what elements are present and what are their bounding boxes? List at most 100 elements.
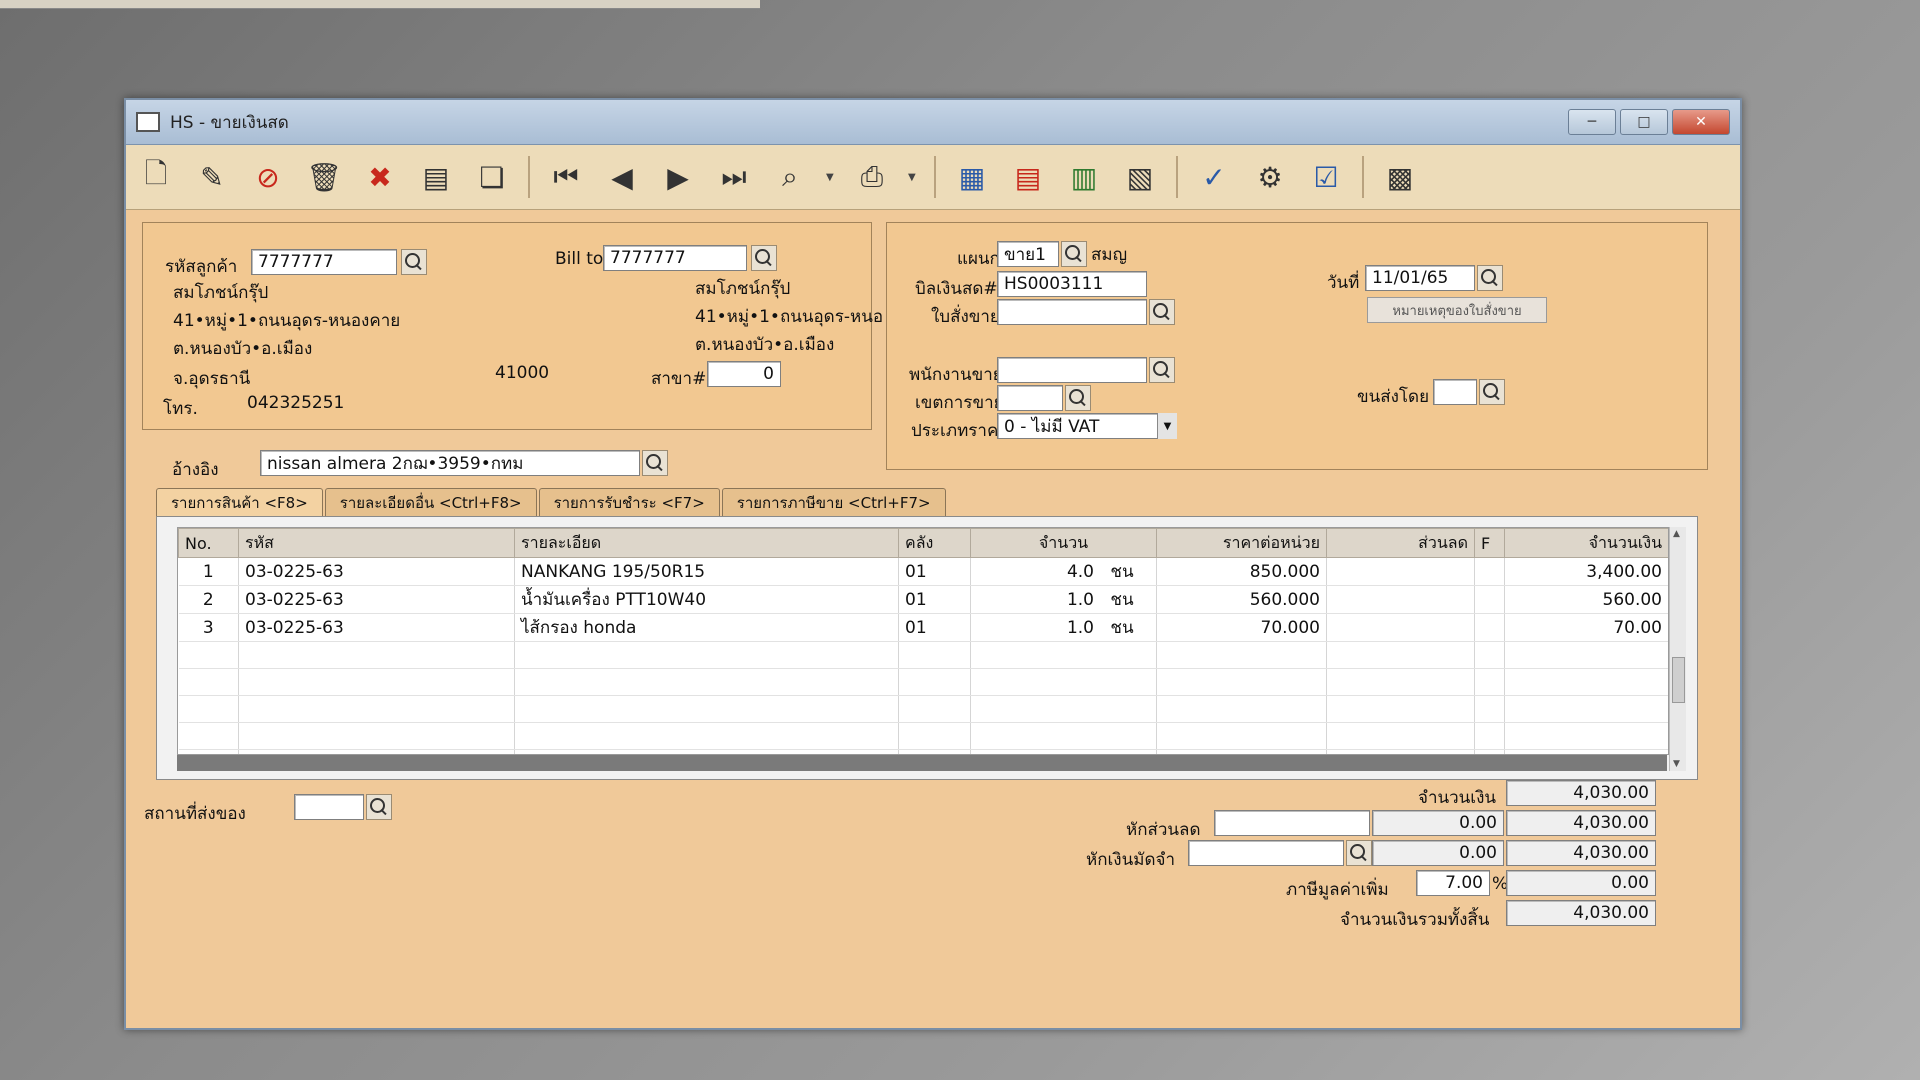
cell-wh[interactable]: 01 (898, 613, 971, 642)
calculator-icon[interactable]: ▦ (952, 156, 992, 198)
copy-books-icon[interactable]: ❏ (472, 156, 512, 198)
empty-cell[interactable] (1326, 695, 1475, 723)
tab-payments[interactable]: รายการรับชำระ <F7> (538, 488, 720, 516)
empty-cell[interactable] (238, 641, 515, 669)
maximize-button[interactable]: □ (1620, 109, 1668, 135)
empty-cell[interactable] (898, 722, 971, 750)
close-button[interactable]: ✕ (1672, 109, 1730, 135)
branch-input[interactable]: 0 (707, 361, 781, 387)
empty-row[interactable] (178, 641, 1668, 669)
cell-f[interactable] (1474, 613, 1505, 642)
cell-f[interactable] (1474, 585, 1505, 614)
cell-desc[interactable]: น้ำมันเครื่อง PTT10W40 (514, 585, 899, 614)
cell-amount[interactable]: 70.00 (1504, 613, 1668, 642)
cell-code[interactable]: 03-0225-63 (238, 557, 515, 586)
reference-search-icon[interactable] (642, 450, 668, 476)
empty-cell[interactable] (898, 641, 971, 669)
cell-disc[interactable] (1326, 557, 1475, 586)
empty-cell[interactable] (1156, 668, 1327, 696)
col-quantity[interactable]: จำนวน (970, 528, 1157, 558)
empty-row[interactable] (178, 668, 1668, 696)
cell-price[interactable]: 560.000 (1156, 585, 1327, 614)
empty-cell[interactable] (970, 641, 1157, 669)
department-search-icon[interactable] (1061, 241, 1087, 267)
empty-row[interactable] (178, 695, 1668, 723)
bill-to-search-icon[interactable] (751, 245, 777, 271)
table-row[interactable]: 1 03-0225-63 NANKANG 195/50R15 01 4.0 ชน 850.0… (178, 557, 1668, 586)
report-icon[interactable]: ▧ (1120, 156, 1160, 198)
save-icon[interactable]: ▤ (416, 156, 456, 198)
ship-place-search-icon[interactable] (366, 794, 392, 820)
delete-trash-icon[interactable]: 🗑 (304, 156, 344, 198)
empty-cell[interactable] (514, 641, 899, 669)
cell-no[interactable]: 1 (178, 557, 239, 586)
cell-no[interactable]: 3 (178, 613, 239, 642)
next-record-icon[interactable]: ▶ (658, 156, 698, 198)
col-f[interactable]: F (1474, 528, 1505, 558)
tab-sales-tax[interactable]: รายการภาษีขาย <Ctrl+F7> (721, 488, 946, 516)
cell-no[interactable]: 2 (178, 585, 239, 614)
empty-cell[interactable] (238, 695, 515, 723)
ship-by-search-icon[interactable] (1479, 379, 1505, 405)
settings-calculator-icon[interactable]: ▩ (1380, 156, 1420, 198)
cell-amount[interactable]: 560.00 (1504, 585, 1668, 614)
scroll-up-icon[interactable]: ▲ (1673, 529, 1680, 539)
col-warehouse[interactable]: คลัง (898, 528, 971, 558)
deposit-input[interactable] (1188, 840, 1344, 866)
ship-place-input[interactable] (294, 794, 364, 820)
bill-number-input[interactable]: HS0003111 (997, 271, 1147, 297)
new-document-icon[interactable]: 🗋 (136, 156, 176, 198)
order-note-button[interactable]: หมายเหตุของใบสั่งขาย (1367, 297, 1547, 323)
discount-input[interactable] (1214, 810, 1370, 836)
empty-cell[interactable] (1156, 641, 1327, 669)
empty-cell[interactable] (178, 722, 239, 750)
empty-row[interactable] (178, 722, 1668, 750)
empty-cell[interactable] (1474, 668, 1505, 696)
empty-cell[interactable] (1326, 722, 1475, 750)
empty-cell[interactable] (238, 668, 515, 696)
receipt-icon[interactable]: ▤ (1008, 156, 1048, 198)
tab-other-details[interactable]: รายละเอียดอื่น <Ctrl+F8> (324, 488, 537, 516)
sales-area-input[interactable] (997, 385, 1063, 411)
empty-cell[interactable] (178, 641, 239, 669)
empty-cell[interactable] (1326, 668, 1475, 696)
empty-cell[interactable] (1474, 641, 1505, 669)
cell-qty[interactable]: 4.0 ชน (970, 557, 1157, 586)
empty-cell[interactable] (1326, 641, 1475, 669)
sales-order-input[interactable] (997, 299, 1147, 325)
first-record-icon[interactable]: ⏮ (546, 156, 586, 198)
approve-ok-icon[interactable]: ✓ (1194, 156, 1234, 198)
cell-f[interactable] (1474, 557, 1505, 586)
table-row[interactable]: 2 03-0225-63 น้ำมันเครื่อง PTT10W40 01 1.0 ชน… (178, 585, 1668, 614)
empty-cell[interactable] (1474, 722, 1505, 750)
minimize-button[interactable]: ─ (1568, 109, 1616, 135)
cancel-icon[interactable]: ✖ (360, 156, 400, 198)
cell-disc[interactable] (1326, 585, 1475, 614)
empty-cell[interactable] (898, 668, 971, 696)
price-type-dropdown-icon[interactable]: ▼ (1157, 413, 1177, 439)
cell-qty[interactable]: 1.0 ชน (970, 613, 1157, 642)
customer-search-icon[interactable] (401, 249, 427, 275)
department-input[interactable]: ขาย1 (997, 241, 1059, 267)
cell-desc[interactable]: ไส้กรอง honda (514, 613, 899, 642)
vat-rate-input[interactable]: 7.00 (1416, 870, 1490, 896)
cell-wh[interactable]: 01 (898, 557, 971, 586)
salesman-search-icon[interactable] (1149, 357, 1175, 383)
edit-icon[interactable]: ✎ (192, 156, 232, 198)
col-amount[interactable]: จำนวนเงิน (1504, 528, 1668, 558)
empty-cell[interactable] (970, 722, 1157, 750)
ok-document-icon[interactable]: ☑ (1306, 156, 1346, 198)
cell-disc[interactable] (1326, 613, 1475, 642)
empty-cell[interactable] (514, 695, 899, 723)
col-description[interactable]: รายละเอียด (514, 528, 899, 558)
vertical-scrollbar[interactable]: ▲ ▼ (1669, 527, 1686, 771)
empty-cell[interactable] (970, 695, 1157, 723)
empty-cell[interactable] (178, 668, 239, 696)
search-document-icon[interactable]: ⌕ (770, 156, 810, 198)
empty-cell[interactable] (178, 695, 239, 723)
scroll-thumb[interactable] (1672, 657, 1685, 703)
empty-cell[interactable] (514, 668, 899, 696)
col-code[interactable]: รหัส (238, 528, 515, 558)
cell-desc[interactable]: NANKANG 195/50R15 (514, 557, 899, 586)
empty-cell[interactable] (1504, 641, 1668, 669)
